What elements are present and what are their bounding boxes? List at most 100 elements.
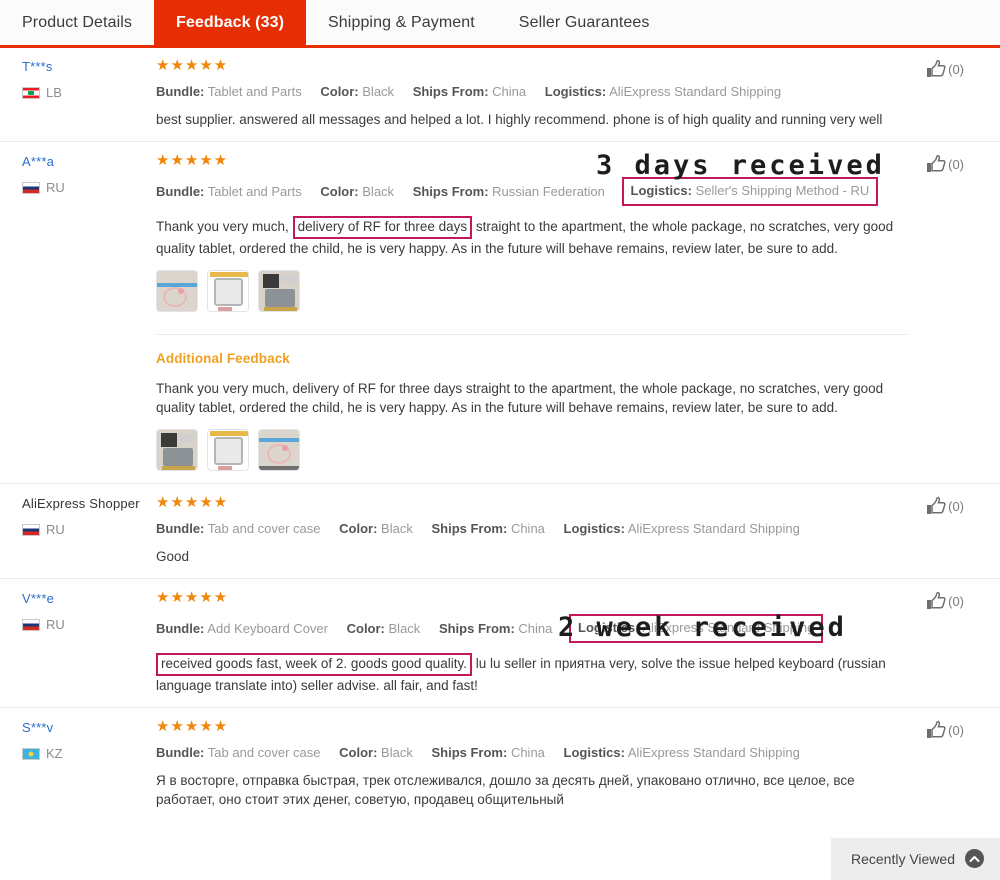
review-photo-row: [156, 270, 908, 312]
annotation-3-days-received: 3 days received: [596, 150, 885, 181]
attr-bundle-value: Tablet and Parts: [207, 184, 302, 199]
attr-ships-from-label: Ships From:: [412, 84, 489, 99]
attr-color-label: Color:: [320, 84, 359, 99]
attr-logistics-value: Seller's Shipping Method - RU: [695, 183, 870, 198]
thumbs-up-icon: [927, 59, 946, 77]
attr-logistics-label: Logistics:: [563, 521, 625, 536]
attr-bundle-value: Add Keyboard Cover: [207, 621, 328, 636]
flag-ru-icon: [22, 523, 40, 536]
reviewer-name[interactable]: T***s: [22, 59, 156, 75]
additional-feedback-text: Thank you very much, delivery of RF for …: [156, 381, 884, 415]
thumbs-up-icon: [927, 496, 946, 514]
reviewer-country: RU: [22, 617, 156, 632]
country-code: LB: [46, 85, 62, 100]
tab-shipping-payment[interactable]: Shipping & Payment: [306, 0, 497, 45]
reviewer-country: RU: [22, 522, 156, 537]
review-photo-thumbnail[interactable]: [207, 429, 249, 471]
review-text-highlight: delivery of RF for three days: [292, 216, 473, 239]
flag-kz-icon: [22, 747, 40, 760]
star-rating: ★★★★★: [156, 57, 229, 74]
review-body: ★★★★★ Bundle: Tab and cover case Color: …: [156, 494, 978, 566]
attr-bundle: Bundle: Tablet and Parts: [156, 183, 302, 201]
attr-logistics-value: AliExpress Standard Shipping: [627, 745, 800, 760]
tab-product-details[interactable]: Product Details: [0, 0, 154, 45]
thumbs-up-icon: [927, 591, 946, 609]
attr-ships-from-value: Russian Federation: [492, 184, 605, 199]
reviewer-name[interactable]: S***v: [22, 720, 156, 736]
attr-bundle: Bundle: Tab and cover case: [156, 520, 321, 538]
helpful-button[interactable]: (0): [925, 591, 964, 611]
review-body: ★★★★★ Bundle: Tablet and Parts Color: Bl…: [156, 152, 978, 471]
review-item: V***e RU ★★★★★ Bundle: Add Keyboard Cove…: [0, 578, 1000, 707]
helpful-count: (0): [948, 156, 964, 172]
recently-viewed-label: Recently Viewed: [850, 850, 955, 867]
review-body: ★★★★★ Bundle: Tab and cover case Color: …: [156, 718, 978, 809]
attr-ships-from-value: China: [518, 621, 553, 636]
attr-ships-from-label: Ships From:: [431, 745, 508, 760]
attr-ships-from-value: China: [492, 84, 527, 99]
helpful-button[interactable]: (0): [925, 496, 964, 516]
review-attributes: Bundle: Tablet and Parts Color: Black Sh…: [156, 177, 879, 207]
review-photo-thumbnail[interactable]: [258, 270, 300, 312]
additional-photo-row: [156, 429, 908, 471]
recently-viewed-button[interactable]: Recently Viewed: [830, 838, 1000, 880]
attr-ships-from: Ships From: China: [431, 744, 544, 762]
helpful-button[interactable]: (0): [925, 59, 964, 79]
review-text: received goods fast, week of 2. goods go…: [156, 653, 908, 695]
reviewer-name[interactable]: V***e: [22, 591, 156, 607]
reviewer-info: A***a RU: [22, 152, 156, 471]
attr-color: Color: Black: [320, 83, 394, 101]
review-text: Good: [156, 549, 190, 564]
reviewer-info: AliExpress Shopper RU: [22, 494, 156, 566]
attr-bundle: Bundle: Tablet and Parts: [156, 83, 302, 101]
attr-color-label: Color:: [339, 521, 378, 536]
flag-lb-icon: [22, 86, 40, 99]
attr-color-label: Color:: [346, 621, 385, 636]
attr-bundle-label: Bundle:: [156, 521, 205, 536]
tab-seller-guarantees[interactable]: Seller Guarantees: [496, 0, 672, 45]
attr-color: Color: Black: [320, 183, 394, 201]
country-code: RU: [46, 180, 65, 195]
review-photo-thumbnail[interactable]: [258, 429, 300, 471]
attr-color-label: Color:: [320, 184, 359, 199]
star-rating: ★★★★★: [156, 589, 229, 606]
attr-color-value: Black: [388, 621, 421, 636]
attr-ships-from: Ships From: Russian Federation: [413, 183, 605, 201]
review-photo-thumbnail[interactable]: [156, 429, 198, 471]
attr-ships-from-value: China: [510, 521, 545, 536]
reviewer-country: LB: [22, 85, 156, 100]
attr-ships-from-label: Ships From:: [412, 184, 489, 199]
flag-ru-icon: [22, 618, 40, 631]
attr-bundle-value: Tab and cover case: [207, 521, 321, 536]
helpful-button[interactable]: (0): [925, 154, 964, 174]
chevron-up-icon: [965, 849, 984, 868]
tab-feedback[interactable]: Feedback (33): [154, 0, 307, 45]
attr-logistics: Logistics: AliExpress Standard Shipping: [564, 520, 800, 538]
review-text: Я в восторге, отправка быстрая, трек отс…: [156, 773, 855, 807]
helpful-count: (0): [948, 61, 964, 77]
attr-ships-from-label: Ships From:: [431, 521, 508, 536]
helpful-button[interactable]: (0): [925, 720, 964, 740]
attr-bundle-value: Tablet and Parts: [207, 84, 302, 99]
attr-logistics: Logistics: Seller's Shipping Method - RU: [621, 177, 879, 206]
country-code: RU: [46, 617, 65, 632]
review-text-pre: Thank you very much,: [156, 219, 289, 234]
flag-ru-icon: [22, 181, 40, 194]
reviewer-name[interactable]: A***a: [22, 154, 156, 170]
attr-color: Color: Black: [339, 744, 413, 762]
attr-ships-from: Ships From: China: [431, 520, 544, 538]
star-rating: ★★★★★: [156, 718, 229, 735]
reviewer-info: T***s LB: [22, 57, 156, 129]
review-photo-thumbnail[interactable]: [156, 270, 198, 312]
review-photo-thumbnail[interactable]: [207, 270, 249, 312]
attr-color-value: Black: [381, 521, 413, 536]
attr-logistics-label: Logistics:: [630, 183, 692, 198]
review-attributes: Bundle: Tablet and Parts Color: Black Sh…: [156, 83, 781, 101]
attr-ships-from-value: China: [510, 745, 545, 760]
attr-logistics-label: Logistics:: [563, 745, 625, 760]
attr-logistics-label: Logistics:: [544, 84, 607, 99]
attr-bundle-label: Bundle:: [156, 745, 205, 760]
attr-bundle-value: Tab and cover case: [207, 745, 321, 760]
review-text: best supplier. answered all messages and…: [156, 112, 883, 127]
attr-bundle-label: Bundle:: [156, 621, 205, 636]
